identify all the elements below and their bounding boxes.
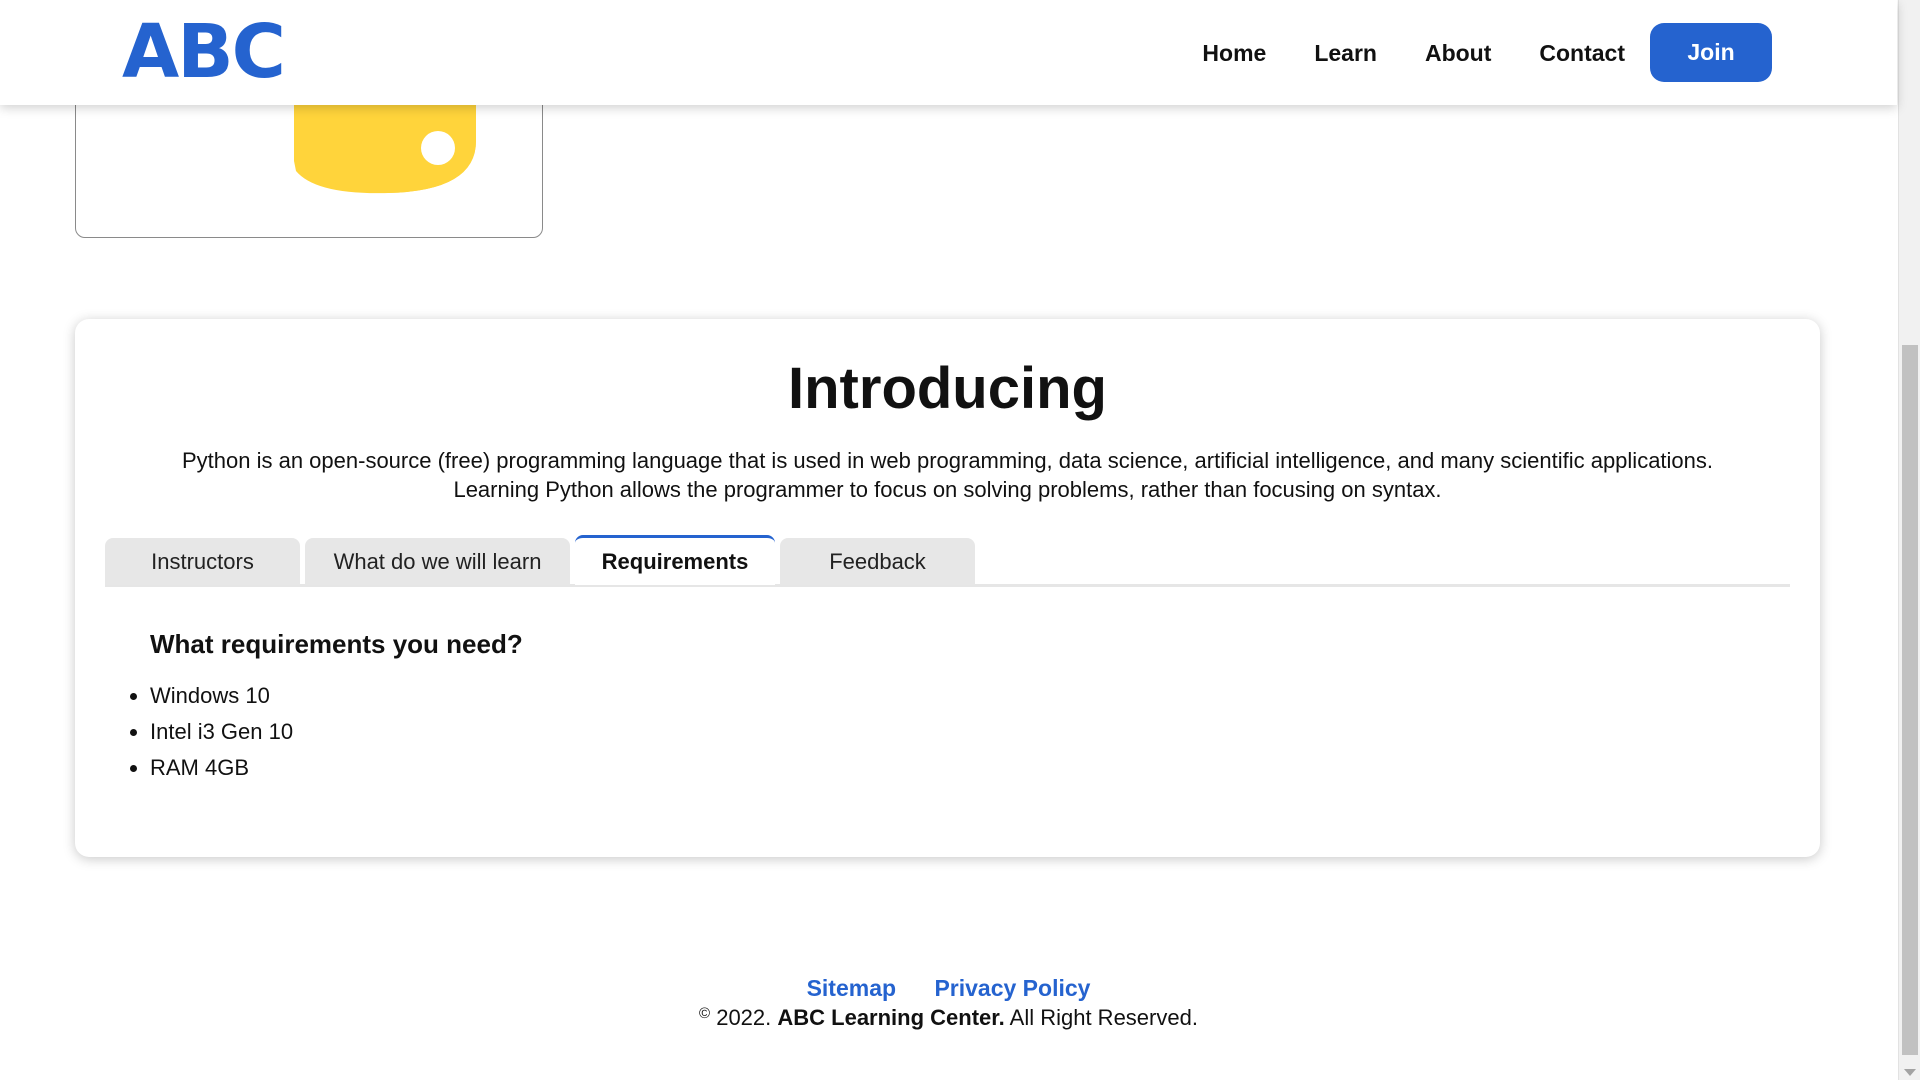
scrollbar-thumb[interactable] (1902, 345, 1918, 1055)
list-item: RAM 4GB (150, 750, 293, 786)
join-button[interactable]: Join (1650, 23, 1772, 82)
intro-card: Introducing Python is an open-source (fr… (75, 319, 1820, 857)
brand-logo[interactable]: ABC (122, 12, 286, 92)
page-scrollbar[interactable] (1898, 0, 1920, 1080)
requirements-list: Windows 10 Intel i3 Gen 10 RAM 4GB (150, 678, 293, 786)
nav-learn-link[interactable]: Learn (1314, 24, 1377, 82)
course-tabs: Instructors What do we will learn Requir… (105, 535, 1790, 587)
tab-requirements[interactable]: Requirements (575, 535, 775, 585)
tab-feedback[interactable]: Feedback (780, 538, 975, 585)
intro-title: Introducing (788, 356, 1107, 421)
copyright-symbol: © (699, 1005, 711, 1022)
requirements-heading: What requirements you need? (150, 629, 523, 659)
tab-instructors[interactable]: Instructors (105, 538, 300, 585)
intro-description-line-1: Python is an open-source (free) programm… (181, 448, 1714, 473)
nav-home-link[interactable]: Home (1202, 24, 1266, 82)
copyright-text: © 2022. ABC Learning Center. All Right R… (0, 1005, 1897, 1031)
scroll-down-arrow-icon[interactable] (1904, 1069, 1916, 1076)
main-nav: Home Learn About Contact Join (1202, 23, 1772, 82)
footer-links: Sitemap Privacy Policy (0, 975, 1897, 1002)
copyright-org: ABC Learning Center. (777, 1005, 1005, 1030)
tab-what-we-will-learn[interactable]: What do we will learn (305, 538, 570, 585)
nav-about-link[interactable]: About (1425, 24, 1491, 82)
copyright-suffix: All Right Reserved. (1004, 1005, 1198, 1030)
copyright-year: 2022. (710, 1005, 778, 1030)
nav-contact-link[interactable]: Contact (1539, 24, 1625, 82)
intro-description-line-2: Learning Python allows the programmer to… (453, 477, 1442, 502)
intro-description: Python is an open-source (free) programm… (115, 446, 1780, 504)
sitemap-link[interactable]: Sitemap (807, 975, 896, 1001)
list-item: Intel i3 Gen 10 (150, 714, 293, 750)
privacy-policy-link[interactable]: Privacy Policy (934, 975, 1090, 1001)
site-header: ABC Home Learn About Contact Join (0, 0, 1897, 105)
list-item: Windows 10 (150, 678, 293, 714)
